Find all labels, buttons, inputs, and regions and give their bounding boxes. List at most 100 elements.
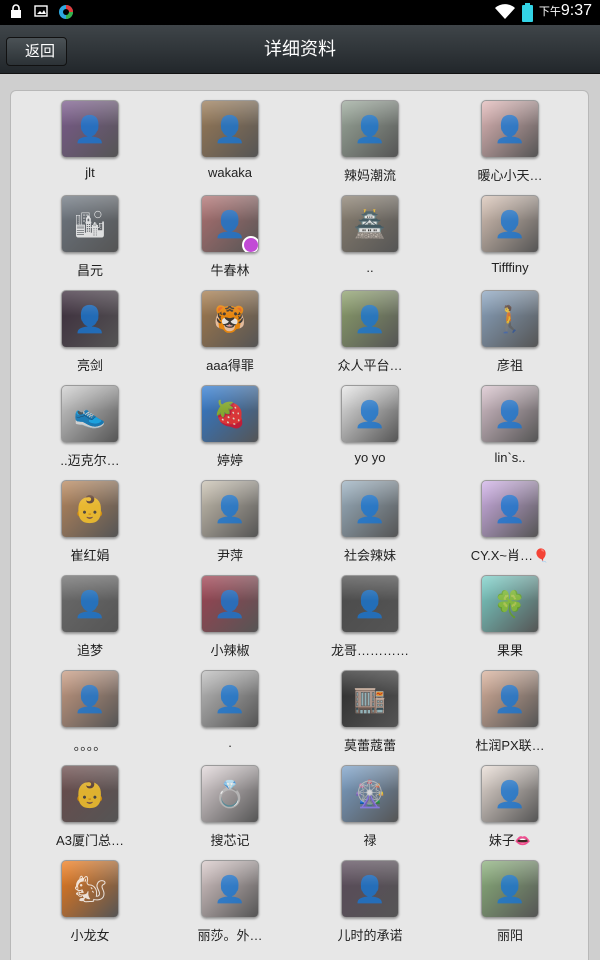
contact-item[interactable]: 👶 崔红娟	[20, 478, 160, 573]
avatar[interactable]: 👤	[481, 100, 539, 158]
avatar[interactable]: 👤	[481, 385, 539, 443]
avatar[interactable]: 🎡	[341, 765, 399, 823]
avatar[interactable]: 👤	[341, 480, 399, 538]
avatar[interactable]: 🏯	[341, 195, 399, 253]
contact-item[interactable]: 👤 小辣椒	[160, 573, 300, 668]
avatar-image: 👤	[213, 114, 247, 144]
contact-item[interactable]: 👤 龙哥…………	[300, 573, 440, 668]
avatar[interactable]: 👶	[61, 480, 119, 538]
avatar[interactable]: 👤	[481, 480, 539, 538]
contact-name: lin`s..	[494, 450, 526, 465]
contact-item[interactable]: 👤 众人平台…	[300, 288, 440, 383]
avatar-image: 🏯	[353, 209, 387, 239]
avatar[interactable]: 👤	[201, 100, 259, 158]
contact-name: .	[228, 735, 232, 750]
contact-item[interactable]: 👤.	[160, 668, 300, 763]
contact-item[interactable]: 👤 杜润PX联…	[440, 668, 580, 763]
contact-item[interactable]: 🐿 小龙女	[20, 858, 160, 953]
contact-item[interactable]: 👤 辣妈潮流	[300, 98, 440, 193]
contact-item[interactable]: 🍓 婷婷	[160, 383, 300, 478]
contact-item[interactable]: 👤 lin`s..	[440, 383, 580, 478]
contact-item[interactable]: 👤 妹子👄	[440, 763, 580, 858]
avatar-image: 👤	[353, 494, 387, 524]
title-bar: 返回 详细资料	[0, 25, 600, 74]
wifi-icon	[494, 3, 516, 25]
avatar[interactable]: 👤	[481, 670, 539, 728]
avatar[interactable]: 👤	[341, 385, 399, 443]
contact-item[interactable]: 🐯 aaa得罪	[160, 288, 300, 383]
avatar[interactable]: 👤	[341, 100, 399, 158]
avatar[interactable]: 🚶	[481, 290, 539, 348]
avatar[interactable]: 👤	[201, 480, 259, 538]
contact-item[interactable]: 🏯..	[300, 193, 440, 288]
avatar[interactable]: 👤	[201, 575, 259, 633]
avatar[interactable]: 👶	[61, 765, 119, 823]
avatar[interactable]: 🐯	[201, 290, 259, 348]
contact-item[interactable]: 👟 ..迈克尔…	[20, 383, 160, 478]
contact-item[interactable]: 👤 CY.X~肖…🎈	[440, 478, 580, 573]
contact-item[interactable]: 👤 儿时的承诺	[300, 858, 440, 953]
contact-item[interactable]: 👤 追梦	[20, 573, 160, 668]
avatar[interactable]: 👤	[201, 670, 259, 728]
contact-name: 小辣椒	[210, 643, 250, 658]
avatar[interactable]: 👤	[201, 860, 259, 918]
avatar-image: 👤	[73, 589, 107, 619]
avatar[interactable]: 🏙	[61, 195, 119, 253]
avatar[interactable]: 👤	[61, 290, 119, 348]
contact-item[interactable]: 🍀 果果	[440, 573, 580, 668]
avatar[interactable]: 👤	[341, 290, 399, 348]
avatar[interactable]: 🍓	[201, 385, 259, 443]
contact-name: ..	[366, 260, 374, 275]
contact-item[interactable]: 👤 yo yo	[300, 383, 440, 478]
contact-item[interactable]: 👤 jlt	[20, 98, 160, 193]
contact-name: 暖心小天…	[477, 168, 543, 183]
contact-item[interactable]: 👤 。。。。	[20, 668, 160, 763]
verified-badge-icon	[242, 236, 258, 252]
avatar-image: 🏬	[353, 684, 387, 714]
contact-name: 禄	[363, 833, 377, 848]
avatar[interactable]: 👤	[481, 765, 539, 823]
avatar[interactable]: 🏬	[341, 670, 399, 728]
avatar-image: 👤	[353, 874, 387, 904]
avatar[interactable]: 🐿	[61, 860, 119, 918]
contact-name: 辣妈潮流	[343, 168, 396, 183]
contact-item[interactable]: 🎡 禄	[300, 763, 440, 858]
contact-item[interactable]: 👤 亮剑	[20, 288, 160, 383]
avatar[interactable]: 👤	[481, 860, 539, 918]
avatar[interactable]: 👤	[61, 670, 119, 728]
contact-name: 小龙女	[70, 928, 110, 943]
avatar[interactable]: 🍀	[481, 575, 539, 633]
avatar-image: 👤	[73, 304, 107, 334]
clock-time: 9:37	[560, 2, 592, 19]
avatar-image: 🏙	[73, 209, 107, 239]
avatar[interactable]: 👤	[61, 575, 119, 633]
contact-item[interactable]: 👤 丽莎。外…	[160, 858, 300, 953]
contact-item[interactable]: 👤 社会辣妹	[300, 478, 440, 573]
avatar[interactable]: 👤	[61, 100, 119, 158]
contact-item[interactable]: 👶 A3厦门总…	[20, 763, 160, 858]
contact-item[interactable]: 👤 Tifffiny	[440, 193, 580, 288]
contact-item[interactable]: 👤 牛春林	[160, 193, 300, 288]
avatar[interactable]: 👤	[341, 860, 399, 918]
contact-item[interactable]: 👤 丽阳	[440, 858, 580, 953]
avatar-image: 👤	[213, 684, 247, 714]
contact-item[interactable]: 🏬 莫蕾蔻蕾	[300, 668, 440, 763]
contact-item[interactable]: 👤 暖心小天…	[440, 98, 580, 193]
contact-item[interactable]: 🏙 昌元	[20, 193, 160, 288]
avatar[interactable]: 👤	[481, 195, 539, 253]
contact-item[interactable]: 👤 尹萍	[160, 478, 300, 573]
contact-item[interactable]: 👤 wakaka	[160, 98, 300, 193]
avatar-image: 🐯	[213, 304, 247, 334]
contact-name: 龙哥…………	[330, 643, 409, 658]
contact-item[interactable]: 💍 搜芯记	[160, 763, 300, 858]
avatar[interactable]: 💍	[201, 765, 259, 823]
contact-name: 尹萍	[216, 548, 243, 563]
avatar-image: 🍓	[213, 399, 247, 429]
contact-item[interactable]: 🚶 彦祖	[440, 288, 580, 383]
avatar-image: 🚶	[493, 304, 527, 334]
avatar[interactable]: 👤	[341, 575, 399, 633]
avatar[interactable]: 👤	[201, 195, 259, 253]
avatar[interactable]: 👟	[61, 385, 119, 443]
contact-name: 丽莎。外…	[197, 928, 263, 943]
contact-name: CY.X~肖…🎈	[470, 548, 550, 563]
